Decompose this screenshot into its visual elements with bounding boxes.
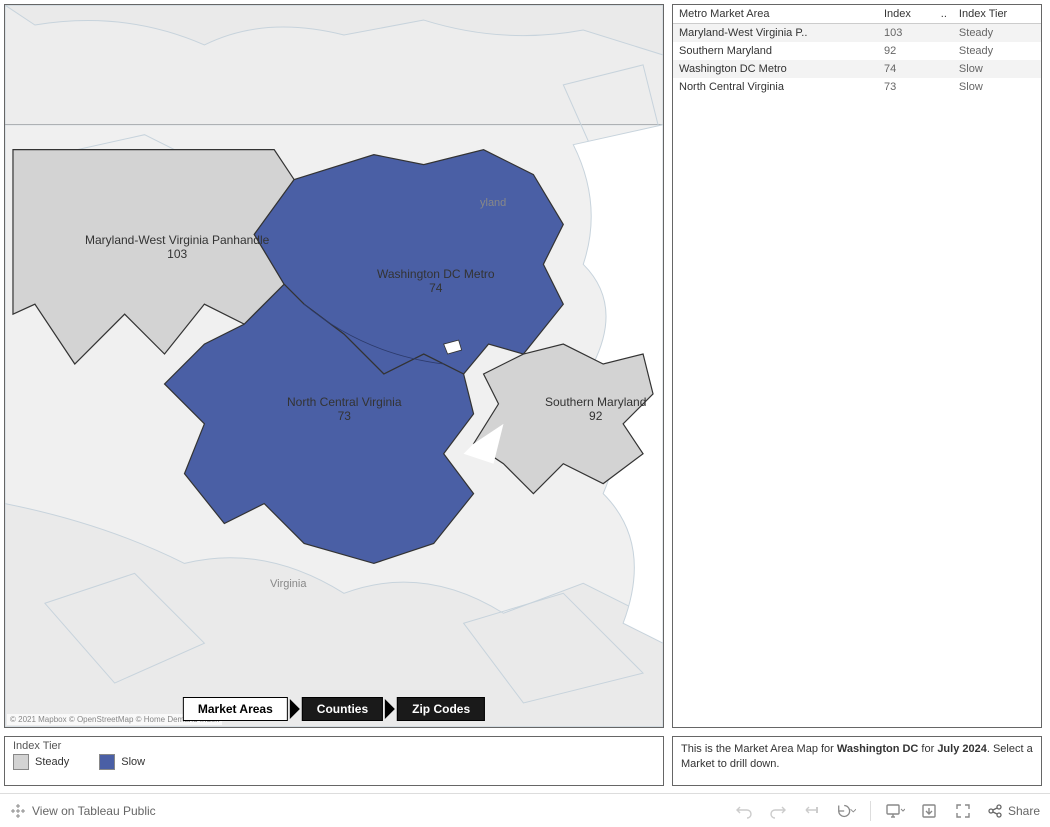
- table-panel: Metro Market Area Index .. Index Tier Ma…: [672, 4, 1042, 728]
- swatch-steady: [13, 754, 29, 770]
- download-icon[interactable]: [919, 801, 939, 821]
- view-on-tableau-label: View on Tableau Public: [32, 804, 156, 818]
- col-more[interactable]: ..: [935, 5, 953, 24]
- table-row[interactable]: Southern Maryland 92 Steady: [673, 42, 1041, 60]
- device-preview-icon[interactable]: [885, 801, 905, 821]
- description-panel: This is the Market Area Map for Washingt…: [672, 736, 1042, 786]
- view-on-tableau-link[interactable]: View on Tableau Public: [10, 803, 156, 819]
- table-header-row: Metro Market Area Index .. Index Tier: [673, 5, 1041, 24]
- map-svg: [5, 5, 663, 727]
- chevron-right-icon: [290, 699, 300, 719]
- undo-icon[interactable]: [734, 801, 754, 821]
- legend-item-slow[interactable]: Slow: [99, 754, 145, 770]
- legend-title: Index Tier: [13, 740, 655, 752]
- refresh-dropdown-icon[interactable]: [836, 801, 856, 821]
- legend-item-steady[interactable]: Steady: [13, 754, 69, 770]
- share-button[interactable]: Share: [987, 803, 1040, 819]
- map-panel[interactable]: yland Virginia Maryland-West Virginia Pa…: [4, 4, 664, 728]
- tab-counties[interactable]: Counties: [302, 697, 383, 721]
- col-tier[interactable]: Index Tier: [953, 5, 1041, 24]
- toolbar: View on Tableau Public S: [0, 793, 1050, 827]
- toolbar-divider: [870, 801, 871, 821]
- table-row[interactable]: Maryland-West Virginia P.. 103 Steady: [673, 24, 1041, 43]
- col-index[interactable]: Index: [878, 5, 935, 24]
- table-row[interactable]: Washington DC Metro 74 Slow: [673, 60, 1041, 78]
- legend-label: Steady: [35, 756, 69, 768]
- table-row[interactable]: North Central Virginia 73 Slow: [673, 78, 1041, 96]
- drill-tabs: Market Areas Counties Zip Codes: [183, 697, 485, 721]
- tab-zip-codes[interactable]: Zip Codes: [397, 697, 485, 721]
- share-label: Share: [1008, 804, 1040, 818]
- tableau-icon: [10, 803, 26, 819]
- legend-label: Slow: [121, 756, 145, 768]
- tab-market-areas[interactable]: Market Areas: [183, 697, 288, 721]
- legend-panel: Index Tier Steady Slow: [4, 736, 664, 786]
- share-icon: [987, 803, 1003, 819]
- col-area[interactable]: Metro Market Area: [673, 5, 878, 24]
- swatch-slow: [99, 754, 115, 770]
- redo-icon[interactable]: [768, 801, 788, 821]
- revert-icon[interactable]: [802, 801, 822, 821]
- data-table: Metro Market Area Index .. Index Tier Ma…: [673, 5, 1041, 96]
- chevron-right-icon: [385, 699, 395, 719]
- fullscreen-icon[interactable]: [953, 801, 973, 821]
